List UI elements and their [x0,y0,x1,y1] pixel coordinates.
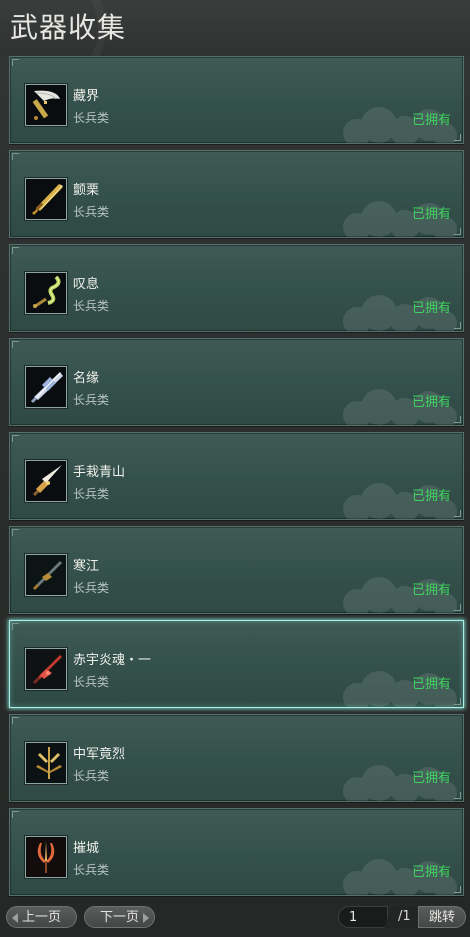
owned-status: 已拥有 [411,771,451,786]
weapon-card[interactable]: 中军竟烈 长兵类 已拥有 [9,714,464,802]
card-corner-decoration [12,59,19,66]
weapon-category: 长兵类 [73,299,110,313]
weapon-card[interactable]: 颤栗 长兵类 已拥有 [9,150,464,238]
weapon-icon-chiyu [25,648,67,690]
weapon-category: 长兵类 [73,205,110,219]
weapon-list: 藏界 长兵类 已拥有 颤栗 长兵类 已拥有 叹息 长兵类 已拥有 名缘 长兵类 … [9,56,464,902]
panel-title: 武器收集 [10,11,127,44]
card-corner-decoration [12,717,19,724]
weapon-name: 中军竟烈 [73,747,126,762]
weapon-category: 长兵类 [73,581,110,595]
next-page-label: 下一页 [99,910,139,925]
owned-status: 已拥有 [411,395,451,410]
owned-status: 已拥有 [411,301,451,316]
weapon-category: 长兵类 [73,769,110,783]
weapon-card-selected[interactable]: 赤宇炎魂・一 长兵类 已拥有 [9,620,464,708]
title-bar: 武器收集 [0,0,470,56]
card-corner-decoration [12,435,19,442]
owned-status: 已拥有 [411,583,451,598]
weapon-name: 叹息 [73,277,100,292]
prev-page-button[interactable]: 上一页 [6,906,77,928]
weapon-name: 颤栗 [73,183,100,198]
card-corner-decoration [12,529,19,536]
weapon-icon-zhongjun [25,742,67,784]
pagination-bar: 上一页 下一页 1 /1 跳转 [0,896,470,937]
weapon-name: 名缘 [73,371,100,386]
card-corner-decoration [12,247,19,254]
card-corner-decoration [12,341,19,348]
weapon-card[interactable]: 摧城 长兵类 已拥有 [9,808,464,896]
chevron-right-icon [143,913,149,923]
weapon-name: 摧城 [73,841,100,856]
page-number-input[interactable]: 1 [338,906,388,928]
weapon-category: 长兵类 [73,675,110,689]
weapon-card[interactable]: 手栽青山 长兵类 已拥有 [9,432,464,520]
weapon-collection-panel: 武器收集 藏界 长兵类 已拥有 颤栗 长兵类 已拥有 叹息 长兵类 已拥有 名缘… [0,0,470,937]
weapon-card[interactable]: 藏界 长兵类 已拥有 [9,56,464,144]
weapon-icon-hanjiang [25,554,67,596]
card-corner-decoration [12,623,19,630]
next-page-button[interactable]: 下一页 [84,906,155,928]
total-pages-label: /1 [397,909,411,924]
weapon-category: 长兵类 [73,111,110,125]
weapon-icon-tanxi [25,272,67,314]
weapon-name: 藏界 [73,89,100,104]
weapon-icon-cangjie [25,84,67,126]
weapon-icon-mingyuan [25,366,67,408]
weapon-card[interactable]: 寒江 长兵类 已拥有 [9,526,464,614]
weapon-card[interactable]: 名缘 长兵类 已拥有 [9,338,464,426]
weapon-name: 寒江 [73,559,100,574]
weapon-icon-zhanli [25,178,67,220]
weapon-icon-shouzai [25,460,67,502]
owned-status: 已拥有 [411,865,451,880]
weapon-category: 长兵类 [73,487,110,501]
owned-status: 已拥有 [411,207,451,222]
weapon-name: 手栽青山 [73,465,126,480]
weapon-name: 赤宇炎魂・一 [73,653,152,668]
weapon-category: 长兵类 [73,393,110,407]
weapon-card[interactable]: 叹息 长兵类 已拥有 [9,244,464,332]
weapon-category: 长兵类 [73,863,110,877]
weapon-icon-cuicheng [25,836,67,878]
card-corner-decoration [12,153,19,160]
owned-status: 已拥有 [411,677,451,692]
page-jump-control: 1 /1 跳转 [338,906,468,928]
jump-button[interactable]: 跳转 [418,906,466,928]
owned-status: 已拥有 [411,113,451,128]
prev-page-label: 上一页 [21,910,61,925]
owned-status: 已拥有 [411,489,451,504]
chevron-left-icon [12,913,18,923]
card-corner-decoration [12,811,19,818]
